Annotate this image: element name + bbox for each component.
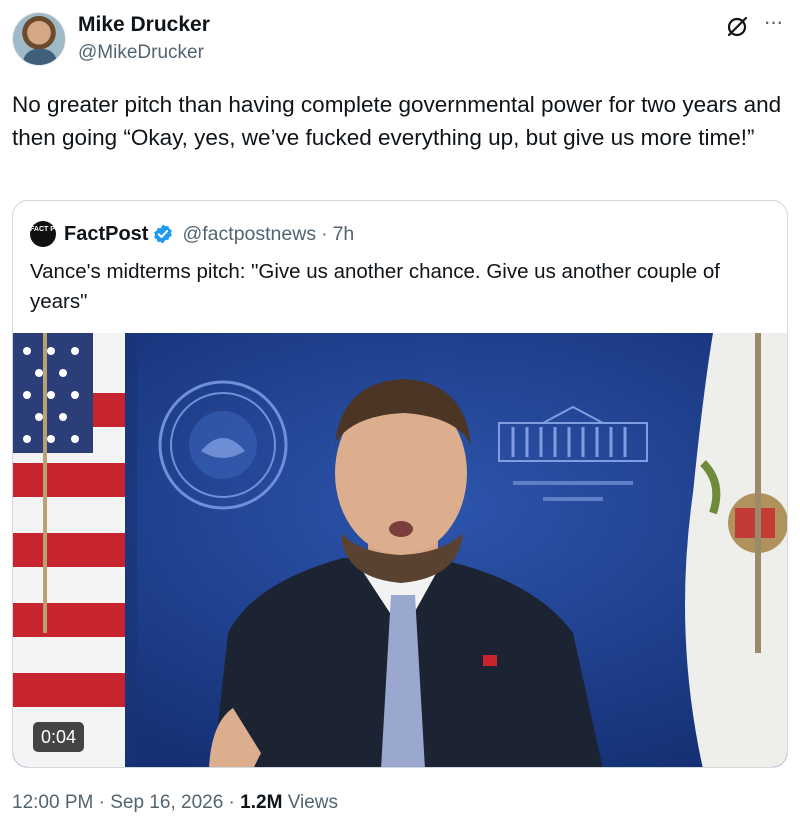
views-label: Views xyxy=(287,792,339,813)
post-time[interactable]: 12:00 PM xyxy=(12,792,93,813)
meta-separator: · xyxy=(228,792,235,813)
quoted-header: FACT POST FactPost @factpostnews · 7h xyxy=(30,220,354,248)
tweet-meta: 12:00 PM · Sep 16, 2026 · 1.2M Views xyxy=(12,792,338,814)
video-player[interactable]: 0:04 xyxy=(13,333,787,767)
us-flag xyxy=(13,333,137,767)
quoted-text: Vance's midterms pitch: "Give us another… xyxy=(30,260,720,313)
author-name[interactable]: Mike Drucker xyxy=(78,13,210,37)
video-frame xyxy=(13,333,787,767)
post-date[interactable]: Sep 16, 2026 xyxy=(110,792,223,813)
quoted-avatar[interactable]: FACT POST xyxy=(30,221,69,247)
quoted-handle[interactable]: @factpostnews xyxy=(182,223,316,246)
tweet-header: Mike Drucker @MikeDrucker ··· xyxy=(12,10,788,70)
meta-separator: · xyxy=(98,792,105,813)
video-duration: 0:04 xyxy=(33,722,85,752)
quoted-separator: · xyxy=(321,222,328,245)
more-icon[interactable]: ··· xyxy=(760,11,786,38)
quoted-name[interactable]: FactPost xyxy=(64,223,148,246)
views-count: 1.2M xyxy=(240,792,283,813)
quoted-tweet[interactable]: FACT POST FactPost @factpostnews · 7h Va… xyxy=(12,200,788,768)
tweet-text: No greater pitch than having complete go… xyxy=(12,92,782,150)
quoted-time[interactable]: 7h xyxy=(333,223,355,246)
verified-badge-icon xyxy=(154,224,173,244)
author-handle[interactable]: @MikeDrucker xyxy=(78,42,204,64)
author-avatar[interactable] xyxy=(12,12,66,66)
grok-icon[interactable] xyxy=(724,14,750,40)
